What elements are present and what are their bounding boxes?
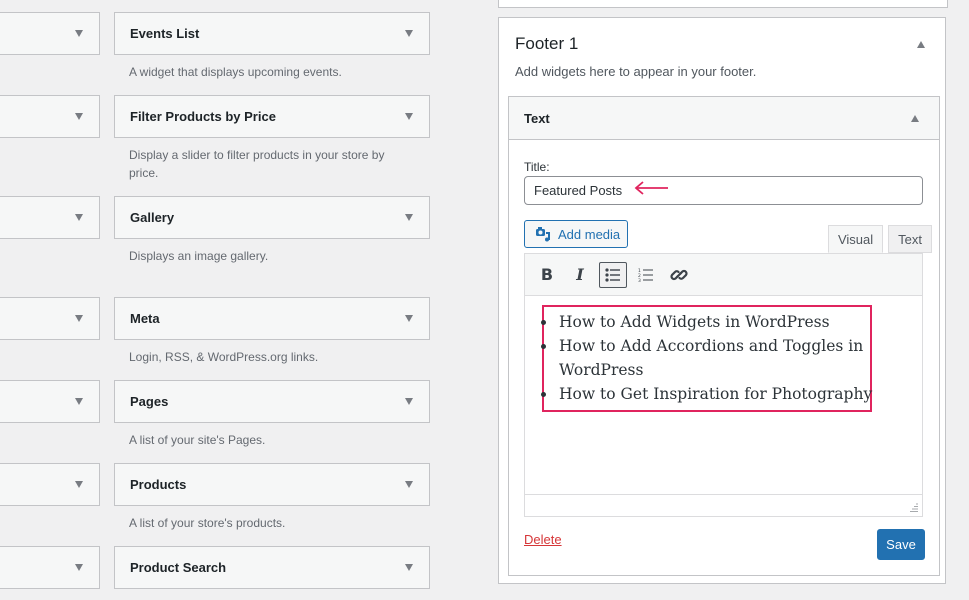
widget-header[interactable] bbox=[0, 95, 100, 138]
chevron-down-icon[interactable] bbox=[75, 214, 83, 221]
tab-text[interactable]: Text bbox=[888, 225, 932, 253]
widget-item[interactable] bbox=[0, 546, 100, 589]
widget-description: A list of your site's Pages. bbox=[129, 433, 266, 447]
widget-item[interactable] bbox=[0, 297, 100, 340]
widget-item[interactable]: ducts in your bbox=[0, 95, 100, 182]
widget-title: Meta bbox=[130, 311, 160, 326]
widget-header[interactable] bbox=[0, 297, 100, 340]
chevron-down-icon[interactable] bbox=[405, 315, 413, 322]
chevron-down-icon[interactable] bbox=[75, 398, 83, 405]
widget-item[interactable]: ies. bbox=[0, 463, 100, 532]
chevron-down-icon[interactable] bbox=[75, 113, 83, 120]
footer-1-sidebar: Footer 1 Add widgets here to appear in y… bbox=[498, 17, 946, 584]
widget-description: ies. bbox=[0, 506, 100, 532]
chevron-down-icon[interactable] bbox=[405, 113, 413, 120]
sidebar-title: Footer 1 bbox=[515, 34, 579, 53]
widget-header[interactable]: Pages bbox=[114, 380, 430, 423]
editor-tabs: Visual Text bbox=[823, 225, 932, 253]
tab-visual[interactable]: Visual bbox=[827, 225, 884, 253]
chevron-down-icon[interactable] bbox=[75, 30, 83, 37]
chevron-down-icon[interactable] bbox=[405, 214, 413, 221]
bulleted-list-icon bbox=[605, 267, 620, 282]
bold-button[interactable]: B bbox=[533, 262, 561, 288]
chevron-down-icon[interactable] bbox=[405, 481, 413, 488]
widget-description: ar. bbox=[0, 423, 107, 449]
widget-title: Events List bbox=[130, 26, 200, 41]
widget-header[interactable]: Products bbox=[114, 463, 430, 506]
italic-button[interactable]: I bbox=[566, 262, 594, 288]
chevron-down-icon[interactable] bbox=[405, 30, 413, 37]
sidebar-header[interactable]: Footer 1 bbox=[515, 34, 925, 54]
widget-description: A widget that displays upcoming events. bbox=[129, 65, 342, 79]
numbered-list-button[interactable]: 1 2 3 bbox=[632, 262, 660, 288]
title-label: Title: bbox=[524, 160, 550, 174]
widget-title: Filter Products by Price bbox=[130, 109, 276, 124]
widget-item-filter-products-by-price[interactable]: Filter Products by Price Display a slide… bbox=[114, 95, 430, 182]
widget-item-products[interactable]: Products A list of your store's products… bbox=[114, 463, 430, 532]
widget-description: A list of your store's products. bbox=[129, 516, 286, 530]
chevron-down-icon[interactable] bbox=[75, 315, 83, 322]
annotation-arrow-icon bbox=[634, 181, 668, 195]
chevron-down-icon[interactable] bbox=[405, 564, 413, 571]
list-item: How to Add Accordions and Toggles in Wor… bbox=[557, 334, 877, 382]
chevron-up-icon[interactable] bbox=[917, 40, 925, 48]
add-media-label: Add media bbox=[558, 226, 621, 242]
content-list: How to Add Widgets in WordPress How to A… bbox=[525, 310, 877, 406]
text-widget-header[interactable]: Text bbox=[509, 97, 939, 140]
resize-handle-icon[interactable] bbox=[909, 503, 919, 513]
widget-header[interactable]: Product Search bbox=[114, 546, 430, 589]
chevron-down-icon[interactable] bbox=[405, 398, 413, 405]
numbered-list-icon: 1 2 3 bbox=[638, 268, 653, 282]
widget-description: Display a slider to filter products in y… bbox=[129, 148, 385, 180]
widget-header[interactable] bbox=[0, 546, 100, 589]
widget-header[interactable] bbox=[0, 196, 100, 239]
chevron-down-icon[interactable] bbox=[75, 564, 83, 571]
widget-header[interactable] bbox=[0, 463, 100, 506]
editor-content[interactable]: How to Add Widgets in WordPress How to A… bbox=[525, 296, 922, 495]
widget-item[interactable]: ar. bbox=[0, 380, 100, 449]
previous-sidebar-area bbox=[498, 0, 948, 8]
delete-link[interactable]: Delete bbox=[524, 532, 562, 547]
text-widget: Text Title: Featured Posts Add media Vis… bbox=[508, 96, 940, 576]
media-icon bbox=[536, 227, 550, 242]
chevron-down-icon[interactable] bbox=[75, 481, 83, 488]
widget-header[interactable]: Gallery bbox=[114, 196, 430, 239]
text-widget-title: Text bbox=[524, 110, 550, 126]
widget-title: Product Search bbox=[130, 560, 227, 575]
widget-description: ducts in your bbox=[0, 138, 100, 182]
widget-description: Login, RSS, & WordPress.org links. bbox=[129, 350, 319, 364]
widget-description: oducts in your bbox=[0, 239, 100, 283]
widget-header[interactable]: Events List bbox=[114, 12, 430, 55]
widget-item-meta[interactable]: Meta Login, RSS, & WordPress.org links. bbox=[114, 297, 430, 366]
widget-title: Products bbox=[130, 477, 187, 492]
bulleted-list-button[interactable] bbox=[599, 261, 627, 288]
editor-toolbar: B I 1 2 3 bbox=[525, 254, 922, 296]
title-input[interactable]: Featured Posts bbox=[524, 176, 923, 205]
visual-editor: B I 1 2 3 • How to Add Widgets in WordPr… bbox=[524, 253, 923, 517]
widget-item[interactable] bbox=[0, 12, 100, 55]
link-icon bbox=[670, 269, 688, 280]
widget-item-events-list[interactable]: Events List A widget that displays upcom… bbox=[114, 12, 430, 81]
widget-title: Pages bbox=[130, 394, 169, 409]
italic-icon: I bbox=[576, 265, 584, 284]
widget-header[interactable]: Meta bbox=[114, 297, 430, 340]
widget-header[interactable]: Filter Products by Price bbox=[114, 95, 430, 138]
widget-header[interactable] bbox=[0, 12, 100, 55]
widget-item-pages[interactable]: Pages A list of your site's Pages. bbox=[114, 380, 430, 449]
bold-icon: B bbox=[540, 265, 554, 284]
link-button[interactable] bbox=[665, 262, 693, 288]
chevron-up-icon[interactable] bbox=[911, 114, 919, 122]
list-item: How to Add Widgets in WordPress bbox=[557, 310, 877, 334]
svg-text:3: 3 bbox=[638, 278, 641, 282]
widget-item[interactable]: oducts in your bbox=[0, 196, 100, 283]
add-media-button[interactable]: Add media bbox=[524, 220, 628, 248]
widget-description: Displays an image gallery. bbox=[129, 249, 269, 263]
widget-title: Gallery bbox=[130, 210, 175, 225]
widget-item-product-search[interactable]: Product Search bbox=[114, 546, 430, 589]
save-button[interactable]: Save bbox=[877, 529, 925, 560]
sidebar-description: Add widgets here to appear in your foote… bbox=[515, 64, 757, 79]
widget-item-gallery[interactable]: Gallery Displays an image gallery. bbox=[114, 196, 430, 265]
widget-header[interactable] bbox=[0, 380, 100, 423]
list-item: How to Get Inspiration for Photography bbox=[557, 382, 877, 406]
